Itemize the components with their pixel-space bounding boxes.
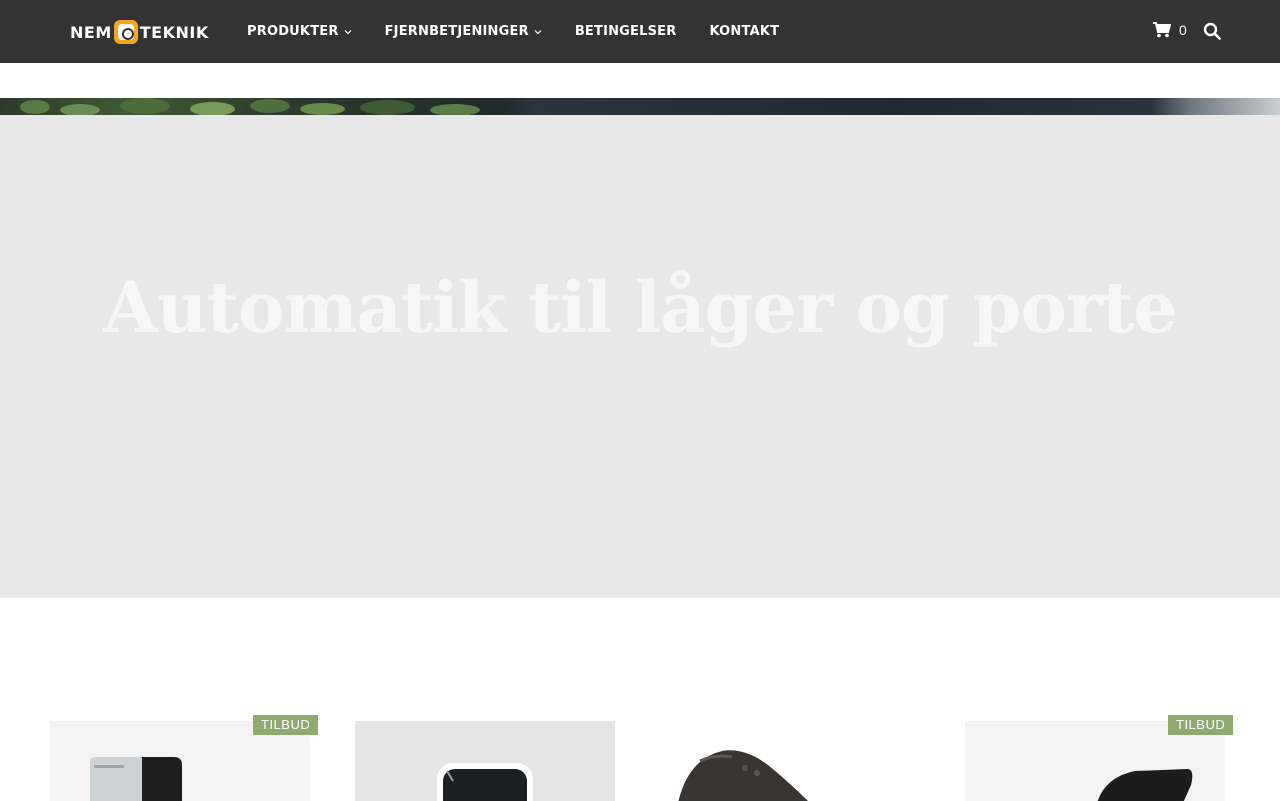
nav-item-label: KONTAKT — [709, 24, 780, 39]
logo-gear-icon — [113, 20, 138, 44]
nav-item-betingelser[interactable]: BETINGELSER — [575, 24, 677, 39]
nav-item-produkter[interactable]: PRODUKTER — [247, 24, 352, 39]
search-icon[interactable] — [1203, 22, 1221, 40]
chevron-down-icon — [534, 29, 542, 34]
site-logo[interactable]: NEM TEKNIK — [70, 20, 209, 44]
nav-item-label: FJERNBETJENINGER — [384, 24, 529, 39]
nav-item-label: PRODUKTER — [247, 24, 339, 39]
chevron-down-icon — [344, 29, 352, 34]
shopping-cart-icon — [1153, 22, 1171, 38]
nav-item-label: BETINGELSER — [574, 24, 677, 39]
sale-badge: TILBUD — [253, 715, 319, 735]
product-image — [678, 750, 808, 801]
main-navigation: PRODUKTER FJERNBETJENINGER BETINGELSER K… — [247, 0, 812, 63]
product-image — [437, 763, 533, 801]
nav-item-fjernbetjeninger[interactable]: FJERNBETJENINGER — [385, 24, 542, 39]
hero-banner: Automatik til låger og porte — [0, 115, 1280, 598]
hero-image-strip — [0, 98, 1280, 115]
product-grid: TILBUD TILBUD — [0, 715, 1280, 801]
logo-text-right: TEKNIK — [139, 22, 209, 42]
hero-title: Automatik til låger og porte — [103, 266, 1177, 349]
product-card[interactable] — [355, 721, 615, 801]
nav-item-kontakt[interactable]: KONTAKT — [709, 24, 779, 39]
sale-badge: TILBUD — [1168, 715, 1234, 735]
site-header: NEM TEKNIK PRODUKTER FJERNBETJENINGER BE… — [0, 0, 1280, 63]
product-card[interactable] — [660, 721, 920, 801]
logo-text-left: NEM — [70, 22, 112, 42]
cart-button[interactable]: 0 — [1153, 22, 1187, 38]
cart-count: 0 — [1179, 22, 1187, 38]
